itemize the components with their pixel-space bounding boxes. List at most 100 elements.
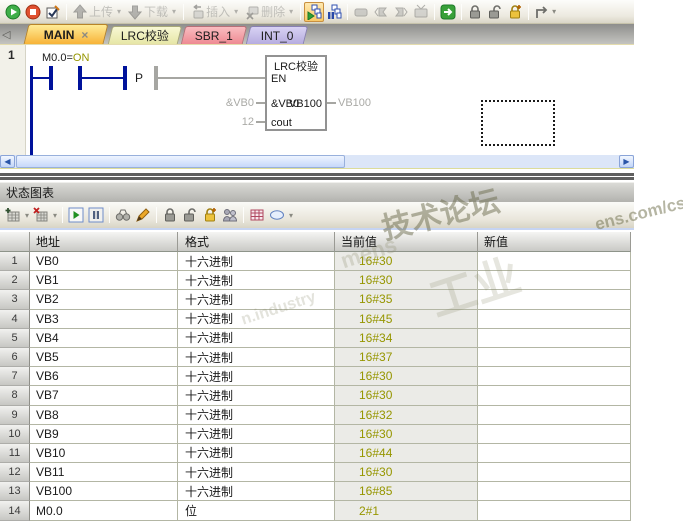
cell-current-value[interactable]: 16#45 bbox=[335, 309, 478, 329]
row-number[interactable]: 4 bbox=[0, 309, 30, 329]
compile-check-button[interactable] bbox=[43, 2, 63, 22]
chart-unlock-button[interactable] bbox=[180, 205, 200, 225]
tag-view-button[interactable] bbox=[267, 205, 287, 225]
header-new-value[interactable]: 新值 bbox=[478, 232, 631, 252]
edge-contact-label[interactable]: P bbox=[135, 71, 143, 85]
header-format[interactable]: 格式 bbox=[178, 232, 335, 252]
row-number[interactable]: 7 bbox=[0, 367, 30, 387]
row-number[interactable]: 10 bbox=[0, 424, 30, 444]
cell-new-value[interactable] bbox=[478, 501, 631, 521]
cell-address[interactable]: VB11 bbox=[30, 463, 178, 483]
cell-current-value[interactable]: 16#30 bbox=[335, 367, 478, 387]
cell-new-value[interactable] bbox=[478, 405, 631, 425]
cell-format[interactable]: 十六进制 bbox=[178, 328, 335, 348]
cell-new-value[interactable] bbox=[478, 482, 631, 502]
cell-address[interactable]: VB10 bbox=[30, 443, 178, 464]
cell-current-value[interactable]: 16#32 bbox=[335, 405, 478, 425]
cell-address[interactable]: VB7 bbox=[30, 386, 178, 406]
row-number[interactable]: 9 bbox=[0, 405, 30, 425]
cell-current-value[interactable]: 16#34 bbox=[335, 328, 478, 348]
chart-lock-button[interactable] bbox=[160, 205, 180, 225]
cell-format[interactable]: 十六进制 bbox=[178, 424, 335, 444]
scroll-left-button[interactable]: ◀ bbox=[0, 155, 15, 168]
chart-status-run-button[interactable] bbox=[304, 1, 325, 22]
find-button[interactable] bbox=[113, 205, 133, 225]
chart-pause-button[interactable] bbox=[86, 205, 106, 225]
tab-int0[interactable]: INT_0 bbox=[245, 26, 309, 44]
cell-format[interactable]: 位 bbox=[178, 501, 335, 521]
cell-address[interactable]: VB0 bbox=[30, 252, 178, 272]
cell-format[interactable]: 十六进制 bbox=[178, 347, 335, 368]
cell-address[interactable]: VB100 bbox=[30, 482, 178, 502]
cell-current-value[interactable]: 16#44 bbox=[335, 443, 478, 464]
add-chart-dropdown-icon[interactable]: ▾ bbox=[25, 211, 29, 220]
lock-button[interactable] bbox=[465, 2, 485, 22]
cell-format[interactable]: 十六进制 bbox=[178, 386, 335, 406]
tag-view-dropdown-icon[interactable]: ▾ bbox=[289, 211, 293, 220]
row-number[interactable]: 3 bbox=[0, 290, 30, 310]
chart-status-pause-button[interactable] bbox=[324, 2, 344, 22]
cell-current-value[interactable]: 16#30 bbox=[335, 424, 478, 444]
row-number[interactable]: 8 bbox=[0, 386, 30, 406]
edit-button[interactable] bbox=[133, 205, 153, 225]
cell-new-value[interactable] bbox=[478, 328, 631, 348]
add-chart-button[interactable] bbox=[3, 205, 23, 225]
chart-lock-add-button[interactable] bbox=[200, 205, 220, 225]
cell-current-value[interactable]: 16#85 bbox=[335, 482, 478, 502]
cell-address[interactable]: M0.0 bbox=[30, 501, 178, 521]
cell-new-value[interactable] bbox=[478, 252, 631, 272]
cell-new-value[interactable] bbox=[478, 463, 631, 483]
cell-address[interactable]: VB5 bbox=[30, 347, 178, 368]
cell-new-value[interactable] bbox=[478, 443, 631, 464]
cell-format[interactable]: 十六进制 bbox=[178, 309, 335, 329]
row-number[interactable]: 1 bbox=[0, 252, 30, 272]
cell-new-value[interactable] bbox=[478, 271, 631, 291]
unlock-button[interactable] bbox=[485, 2, 505, 22]
run-button[interactable] bbox=[3, 2, 23, 22]
cell-new-value[interactable] bbox=[478, 347, 631, 368]
header-address[interactable]: 地址 bbox=[30, 232, 178, 252]
cell-address[interactable]: VB2 bbox=[30, 290, 178, 310]
cell-new-value[interactable] bbox=[478, 309, 631, 329]
contact-operand-label[interactable]: M0.0=ON bbox=[42, 52, 89, 64]
goto-button[interactable] bbox=[438, 2, 458, 22]
ladder-hscrollbar[interactable]: ◀ ▶ bbox=[0, 155, 634, 169]
cell-address[interactable]: VB1 bbox=[30, 271, 178, 291]
function-block[interactable]: LRC校验 EN &VB0 VB100 cout bbox=[265, 55, 327, 131]
scrollbar-thumb[interactable] bbox=[16, 155, 345, 168]
witness-button[interactable] bbox=[220, 205, 240, 225]
header-current-value[interactable]: 当前值 bbox=[335, 232, 478, 252]
chart-run-button[interactable] bbox=[66, 205, 86, 225]
cell-address[interactable]: VB3 bbox=[30, 309, 178, 329]
cell-current-value[interactable]: 16#35 bbox=[335, 290, 478, 310]
row-number[interactable]: 2 bbox=[0, 271, 30, 291]
row-number[interactable]: 6 bbox=[0, 347, 30, 368]
ladder-editor[interactable]: 1 M0.0=ON P LRC校验 EN &VB0 VB100 cout &VB… bbox=[0, 45, 634, 155]
tab-close-icon[interactable]: × bbox=[81, 28, 88, 42]
cell-new-value[interactable] bbox=[478, 290, 631, 310]
delete-chart-button[interactable] bbox=[31, 205, 51, 225]
cell-format[interactable]: 十六进制 bbox=[178, 443, 335, 464]
cell-format[interactable]: 十六进制 bbox=[178, 463, 335, 483]
cell-address[interactable]: VB8 bbox=[30, 405, 178, 425]
cell-address[interactable]: VB9 bbox=[30, 424, 178, 444]
lock-add-button[interactable] bbox=[505, 2, 525, 22]
cell-new-value[interactable] bbox=[478, 424, 631, 444]
cell-format[interactable]: 十六进制 bbox=[178, 252, 335, 272]
cell-current-value[interactable]: 16#30 bbox=[335, 386, 478, 406]
cell-current-value[interactable]: 16#30 bbox=[335, 252, 478, 272]
cell-new-value[interactable] bbox=[478, 367, 631, 387]
cell-format[interactable]: 十六进制 bbox=[178, 290, 335, 310]
cell-format[interactable]: 十六进制 bbox=[178, 405, 335, 425]
edit-cursor-box[interactable] bbox=[481, 100, 555, 146]
tab-scroll-left-icon[interactable]: ◁ bbox=[2, 28, 10, 41]
cell-current-value[interactable]: 2#1 bbox=[335, 501, 478, 521]
cell-new-value[interactable] bbox=[478, 386, 631, 406]
trace-button[interactable]: ▾ bbox=[532, 2, 560, 22]
cell-address[interactable]: VB4 bbox=[30, 328, 178, 348]
pane-splitter[interactable] bbox=[0, 170, 634, 182]
tab-sbr1[interactable]: SBR_1 bbox=[180, 26, 248, 44]
row-number[interactable]: 11 bbox=[0, 443, 30, 464]
cell-format[interactable]: 十六进制 bbox=[178, 482, 335, 502]
row-number[interactable]: 12 bbox=[0, 463, 30, 483]
